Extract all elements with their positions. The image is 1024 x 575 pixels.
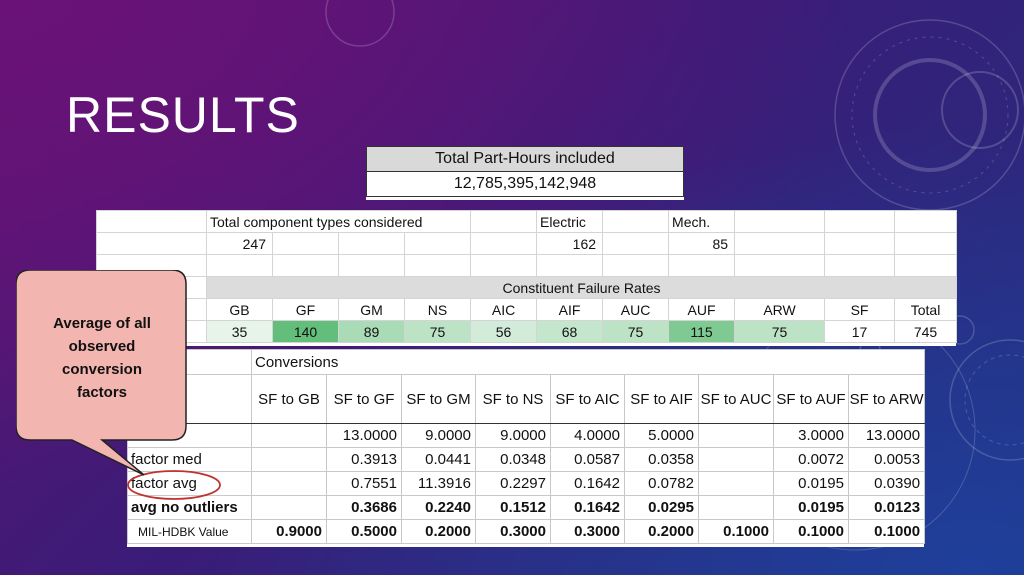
- table-cell: 9.0000: [475, 423, 551, 448]
- table-cell: 0.7551: [326, 471, 402, 496]
- table-cell: [251, 423, 327, 448]
- part-hours-table: Total Part-Hours included 12,785,395,142…: [366, 146, 684, 200]
- conversion-header: SF to GF: [326, 374, 402, 424]
- failure-rate-header: NS: [403, 298, 472, 321]
- part-hours-label: Total Part-Hours included: [366, 146, 684, 172]
- table-cell: 0.1000: [698, 519, 774, 544]
- table-cell: 0.1000: [847, 519, 926, 544]
- component-types-label: Total component types considered: [205, 210, 472, 233]
- failure-rate-value: 17: [824, 320, 896, 343]
- conversion-header: SF to AUF: [773, 374, 849, 424]
- mech-value: 85: [668, 232, 736, 255]
- conversion-header: SF to AIC: [550, 374, 625, 424]
- failure-rate-header: AIC: [470, 298, 538, 321]
- table-cell: 0.0587: [550, 447, 625, 472]
- table-cell: 4.0000: [550, 423, 625, 448]
- failure-rate-value: 56: [470, 320, 538, 343]
- table-cell: 0.0072: [773, 447, 849, 472]
- table-cell: [698, 423, 774, 448]
- failure-rate-value: 35: [206, 320, 273, 343]
- conversions-table: Conversions SF to GB SF to GF SF to GM S…: [127, 349, 926, 547]
- failure-rate-header: GB: [206, 298, 273, 321]
- slide: RESULTS Total Part-Hours included 12,785…: [0, 0, 1024, 575]
- table-cell: 0.1642: [550, 495, 625, 520]
- table-cell: 0.2297: [475, 471, 551, 496]
- table-cell: [698, 495, 774, 520]
- table-cell: 0.0358: [624, 447, 699, 472]
- table-cell: 0.0390: [847, 471, 926, 496]
- table-cell: [698, 471, 774, 496]
- table-cell: 0.2000: [624, 519, 699, 544]
- conversion-header: SF to GB: [251, 374, 327, 424]
- table-cell: [251, 495, 327, 520]
- table-cell: 0.1642: [550, 471, 625, 496]
- failure-rate-value: 75: [403, 320, 472, 343]
- failure-rate-header: GM: [338, 298, 405, 321]
- table-row: factor avg 0.7551 11.3916 0.2297 0.1642 …: [127, 471, 926, 496]
- failure-rate-header: ARW: [734, 298, 826, 321]
- failure-rate-value: 75: [734, 320, 826, 343]
- conversion-header: SF to NS: [475, 374, 551, 424]
- failure-rates-title: Constituent Failure Rates: [205, 276, 958, 299]
- conversion-header: SF to AUC: [698, 374, 774, 424]
- table-cell: 13.0000: [326, 423, 402, 448]
- mech-label: Mech.: [668, 210, 736, 233]
- table-row: factor med 0.3913 0.0441 0.0348 0.0587 0…: [127, 447, 926, 472]
- table-cell: [251, 471, 327, 496]
- callout-text: Average of all observed conversion facto…: [53, 315, 151, 401]
- electric-label: Electric: [536, 210, 604, 233]
- conversion-header: SF to GM: [401, 374, 476, 424]
- table-cell: 0.0053: [847, 447, 926, 472]
- table-cell: 0.3913: [326, 447, 402, 472]
- failure-rate-header: SF: [824, 298, 896, 321]
- failure-rate-value: 89: [338, 320, 405, 343]
- electric-value: 162: [536, 232, 604, 255]
- table-cell: 0.0348: [475, 447, 551, 472]
- table-cell: 13.0000: [847, 423, 926, 448]
- table-cell: 11.3916: [401, 471, 476, 496]
- failure-rate-value: 115: [668, 320, 736, 343]
- slide-title: RESULTS: [66, 87, 300, 143]
- conversion-header: SF to ARW: [847, 374, 926, 424]
- table-cell: 0.9000: [251, 519, 327, 544]
- table-cell: 0.1512: [475, 495, 551, 520]
- failure-rate-header: GF: [272, 298, 339, 321]
- table-row: MIL-HDBK Value 0.9000 0.5000 0.2000 0.30…: [127, 519, 926, 544]
- table-row: factors 13.0000 9.0000 9.0000 4.0000 5.0…: [127, 423, 926, 448]
- failure-rate-header: AIF: [536, 298, 604, 321]
- table-cell: 3.0000: [773, 423, 849, 448]
- table-cell: 0.0295: [624, 495, 699, 520]
- failure-rate-value: 140: [272, 320, 339, 343]
- table-cell: 0.5000: [326, 519, 402, 544]
- table-cell: 0.3000: [475, 519, 551, 544]
- failure-rate-header: AUC: [602, 298, 670, 321]
- failure-rate-value: 75: [602, 320, 670, 343]
- failure-rate-header: Total: [894, 298, 958, 321]
- table-cell: [251, 447, 327, 472]
- failure-rates-table: Total component types considered Electri…: [96, 210, 958, 346]
- component-types-total: 247: [206, 232, 273, 255]
- part-hours-value: 12,785,395,142,948: [366, 171, 684, 197]
- table-cell: 0.0195: [773, 471, 849, 496]
- table-cell: 0.0441: [401, 447, 476, 472]
- table-cell: 0.2000: [401, 519, 476, 544]
- table-cell: 0.3686: [326, 495, 402, 520]
- table-cell: 0.1000: [773, 519, 849, 544]
- table-row: avg no outliers 0.3686 0.2240 0.1512 0.1…: [127, 495, 926, 520]
- table-cell: 9.0000: [401, 423, 476, 448]
- table-cell: 5.0000: [624, 423, 699, 448]
- table-cell: 0.0123: [847, 495, 926, 520]
- table-cell: [698, 447, 774, 472]
- failure-rate-value: 745: [894, 320, 958, 343]
- table-cell: 0.2240: [401, 495, 476, 520]
- table-cell: 0.0195: [773, 495, 849, 520]
- table-cell: 0.0782: [624, 471, 699, 496]
- table-cell: 0.3000: [550, 519, 625, 544]
- failure-rate-header: AUF: [668, 298, 736, 321]
- conversions-title: Conversions: [250, 349, 926, 375]
- conversion-header: SF to AIF: [624, 374, 699, 424]
- failure-rate-value: 68: [536, 320, 604, 343]
- row-label: MIL-HDBK Value: [127, 519, 252, 544]
